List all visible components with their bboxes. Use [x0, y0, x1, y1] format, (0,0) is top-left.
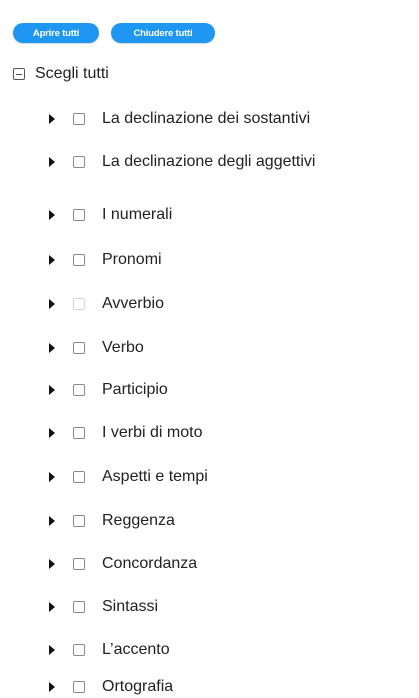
tree-item-label[interactable]: La declinazione degli aggettivi: [102, 153, 315, 171]
tree-item-label[interactable]: Aspetti e tempi: [102, 468, 208, 486]
checkbox[interactable]: [73, 558, 85, 570]
tree-item-pronomi[interactable]: Pronomi: [49, 249, 162, 271]
tree-item-label[interactable]: L’accento: [102, 641, 170, 659]
tree-item-label[interactable]: La declinazione dei sostantivi: [102, 110, 310, 128]
checkbox[interactable]: [73, 601, 85, 613]
tree-item-i-verbi-di-moto[interactable]: I verbi di moto: [49, 422, 202, 444]
tree-item-la-declinazione-degli-aggettivi[interactable]: La declinazione degli aggettivi: [49, 151, 315, 173]
tree-item-label[interactable]: Sintassi: [102, 598, 158, 616]
expand-arrow-icon[interactable]: [49, 343, 55, 353]
tree-item-concordanza[interactable]: Concordanza: [49, 553, 197, 575]
expand-arrow-icon[interactable]: [49, 385, 55, 395]
tree-item-label[interactable]: Reggenza: [102, 512, 175, 530]
expand-arrow-icon[interactable]: [49, 602, 55, 612]
expand-arrow-icon[interactable]: [49, 516, 55, 526]
tree-item-verbo[interactable]: Verbo: [49, 337, 144, 359]
expand-arrow-icon[interactable]: [49, 428, 55, 438]
checkbox[interactable]: [73, 515, 85, 527]
tree-item-label[interactable]: I verbi di moto: [102, 424, 202, 442]
expand-arrow-icon[interactable]: [49, 645, 55, 655]
checkbox[interactable]: [73, 298, 85, 310]
expand-arrow-icon[interactable]: [49, 682, 55, 692]
expand-arrow-icon[interactable]: [49, 210, 55, 220]
tree-item-ortografia[interactable]: Ortografia: [49, 676, 173, 698]
checkbox[interactable]: [73, 254, 85, 266]
checkbox[interactable]: [73, 471, 85, 483]
expand-arrow-icon[interactable]: [49, 299, 55, 309]
tree-item-label[interactable]: Verbo: [102, 339, 144, 357]
expand-arrow-icon[interactable]: [49, 157, 55, 167]
tree-item-participio[interactable]: Participio: [49, 379, 168, 401]
expand-arrow-icon[interactable]: [49, 255, 55, 265]
tree-item-label[interactable]: I numerali: [102, 206, 172, 224]
checkbox[interactable]: [73, 156, 85, 168]
tree-item-label[interactable]: Pronomi: [102, 251, 162, 269]
tree-item-label[interactable]: Ortografia: [102, 678, 173, 696]
expand-arrow-icon[interactable]: [49, 472, 55, 482]
checkbox[interactable]: [73, 681, 85, 693]
tree-item-reggenza[interactable]: Reggenza: [49, 510, 175, 532]
tree-item-label[interactable]: Avverbio: [102, 295, 164, 313]
tree-item-aspetti-e-tempi[interactable]: Aspetti e tempi: [49, 466, 208, 488]
tree-item-l-accento[interactable]: L’accento: [49, 639, 170, 661]
checkbox[interactable]: [73, 384, 85, 396]
checkbox[interactable]: [73, 113, 85, 125]
expand-arrow-icon[interactable]: [49, 114, 55, 124]
tree-item-avverbio[interactable]: Avverbio: [49, 293, 164, 315]
checkbox[interactable]: [73, 209, 85, 221]
tree-item-la-declinazione-dei-sostantivi[interactable]: La declinazione dei sostantivi: [49, 108, 310, 130]
tree-item-label[interactable]: Participio: [102, 381, 168, 399]
tree-item-sintassi[interactable]: Sintassi: [49, 596, 158, 618]
checkbox[interactable]: [73, 342, 85, 354]
tree-item-i-numerali[interactable]: I numerali: [49, 204, 172, 226]
expand-arrow-icon[interactable]: [49, 559, 55, 569]
checkbox[interactable]: [73, 644, 85, 656]
checkbox[interactable]: [73, 427, 85, 439]
tree-item-label[interactable]: Concordanza: [102, 555, 197, 573]
topic-tree: La declinazione dei sostantivi La declin…: [0, 0, 419, 698]
